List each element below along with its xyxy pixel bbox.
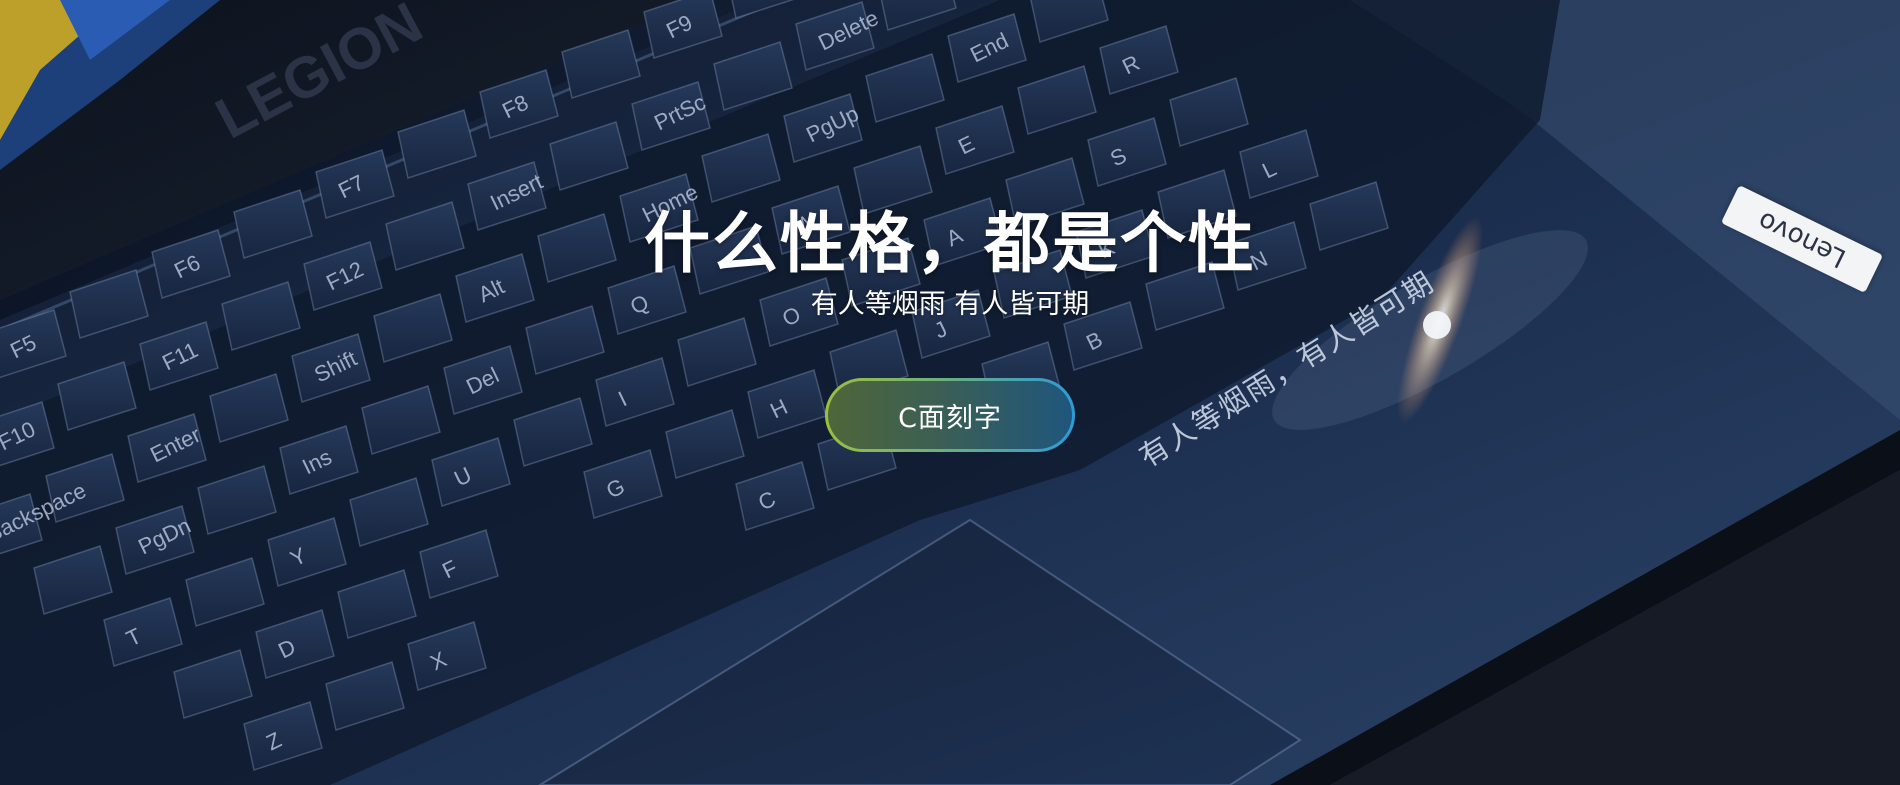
engraving-cta-label: C面刻字 — [828, 381, 1072, 449]
hero-text-layer: 什么性格，都是个性 有人等烟雨 有人皆可期 C面刻字 — [0, 0, 1900, 785]
engraving-cta-button[interactable]: C面刻字 — [825, 378, 1075, 452]
page-title: 什么性格，都是个性 — [644, 205, 1256, 282]
hero-banner: LEGION F5 F6 F7 F8 F9 F10 F11 F12 Insert PrtSc Del… — [0, 0, 1900, 785]
page-subtitle: 有人等烟雨 有人皆可期 — [810, 289, 1090, 320]
